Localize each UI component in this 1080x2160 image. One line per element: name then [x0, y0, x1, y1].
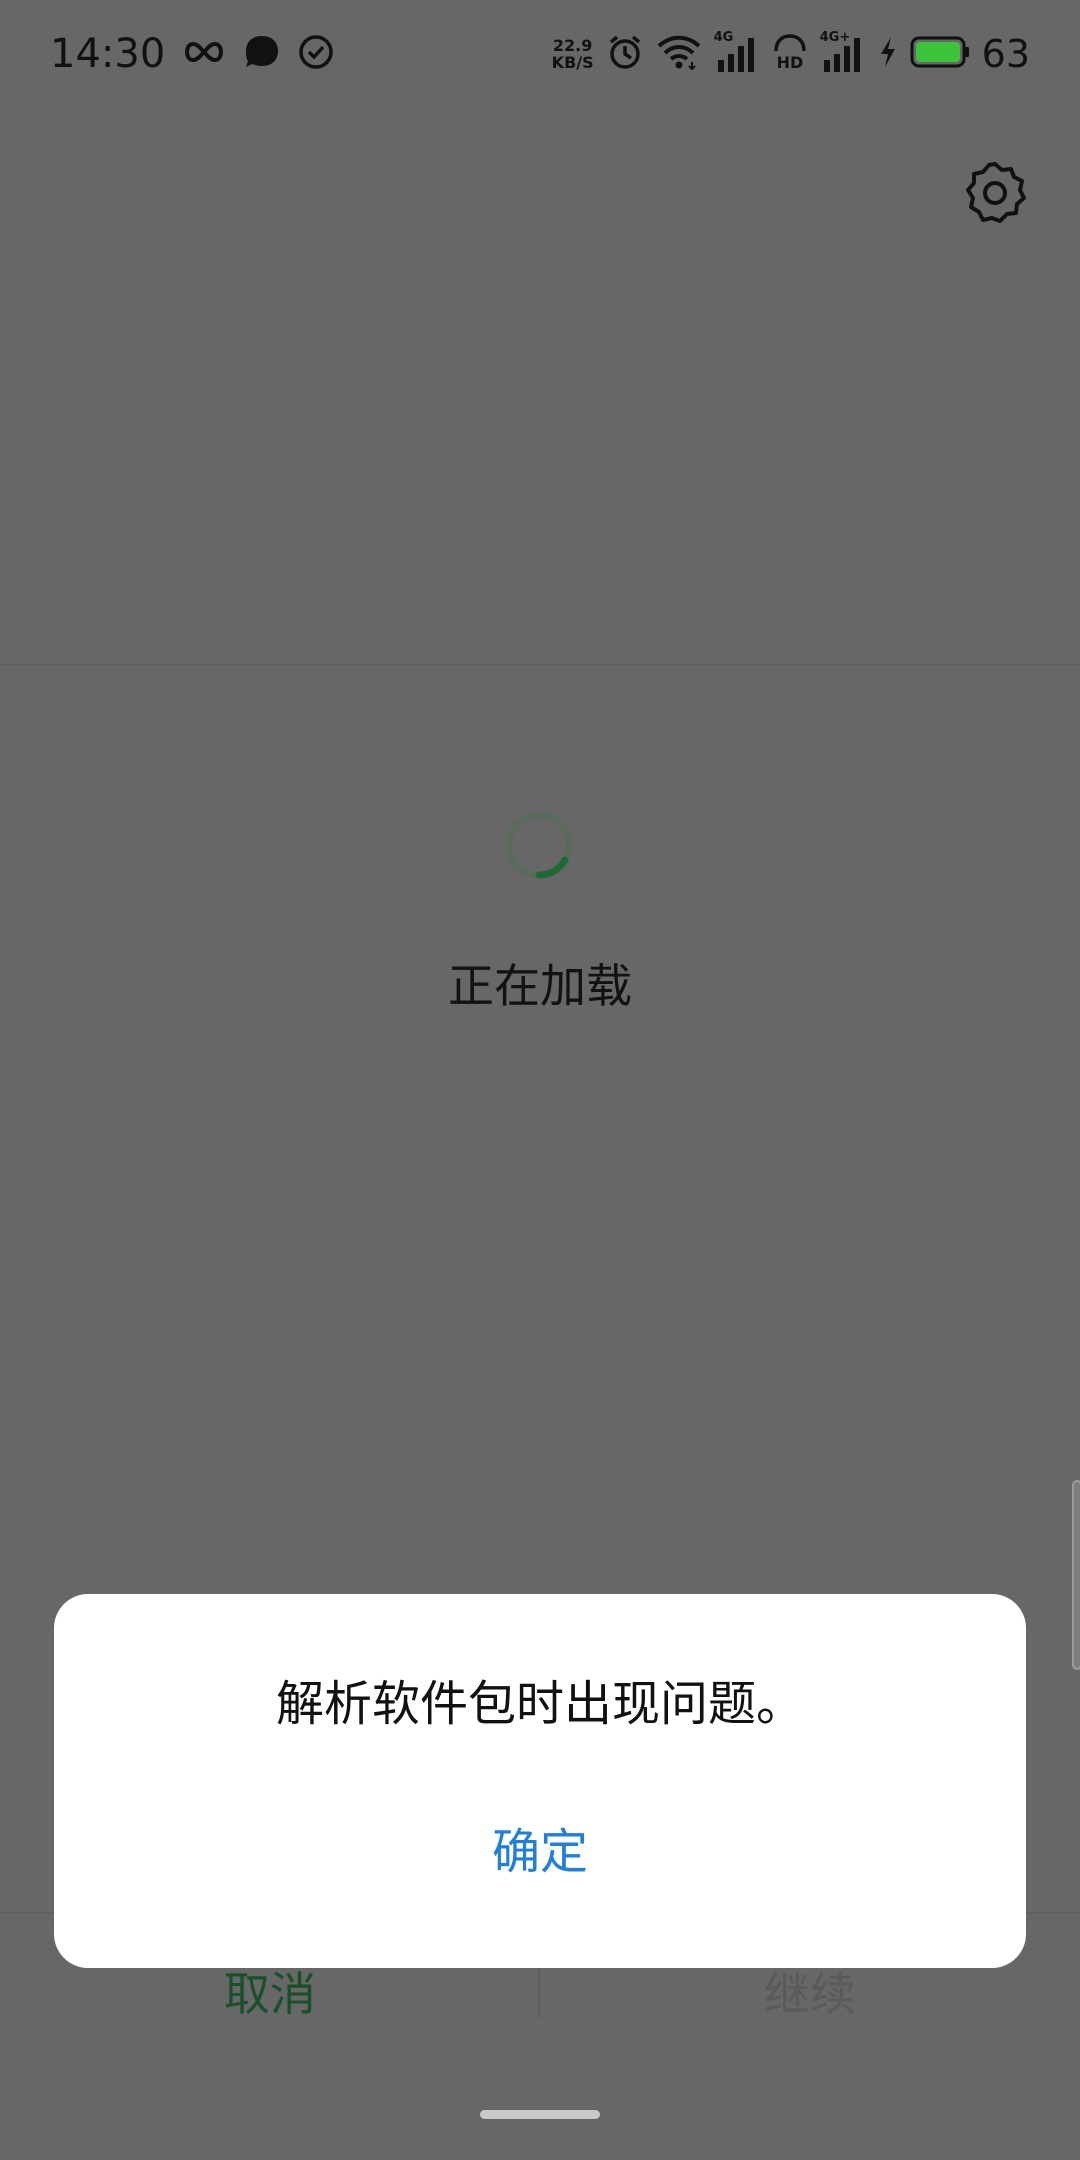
charging-icon: [878, 35, 898, 73]
net-speed-value: 22.9: [552, 36, 593, 55]
home-gesture-bar[interactable]: [480, 2110, 600, 2119]
dialog-message: 解析软件包时出现问题。: [275, 1676, 804, 1732]
status-right: 22.9 KB/S 4G HD 4G+ 63: [552, 30, 1030, 78]
status-left: 14:30: [50, 30, 335, 78]
wifi-icon: [656, 34, 702, 74]
alarm-icon: [606, 33, 644, 75]
ok-button[interactable]: 确定: [440, 1812, 640, 1892]
hd-icon: HD: [772, 33, 808, 75]
status-bar: 14:30 22.9 KB/S 4G HD 4G+ 63: [0, 0, 1080, 108]
status-time: 14:30: [50, 31, 166, 77]
net-speed-unit: KB/S: [551, 53, 594, 72]
hd-label: HD: [776, 53, 803, 71]
loading-spinner-icon: [502, 808, 576, 882]
check-circle-icon: [297, 33, 335, 75]
signal-icon: 4G+: [820, 30, 866, 74]
battery-icon: [910, 35, 970, 73]
screen: 14:30 22.9 KB/S 4G HD 4G+ 63 正在加载 取消 继续 …: [0, 0, 1080, 2160]
edge-scroll-handle[interactable]: [1072, 1480, 1080, 1670]
infinity-icon: [181, 37, 227, 71]
error-dialog: 解析软件包时出现问题。 确定: [54, 1594, 1026, 1968]
net-speed: 22.9 KB/S: [552, 37, 594, 71]
settings-gear-icon[interactable]: [962, 160, 1028, 226]
battery-percent: 63: [981, 32, 1030, 76]
bubble-icon: [243, 33, 281, 75]
signal-icon: 4G: [714, 30, 760, 74]
loading-label: 正在加载: [448, 959, 632, 1013]
section-divider: [0, 664, 1080, 666]
